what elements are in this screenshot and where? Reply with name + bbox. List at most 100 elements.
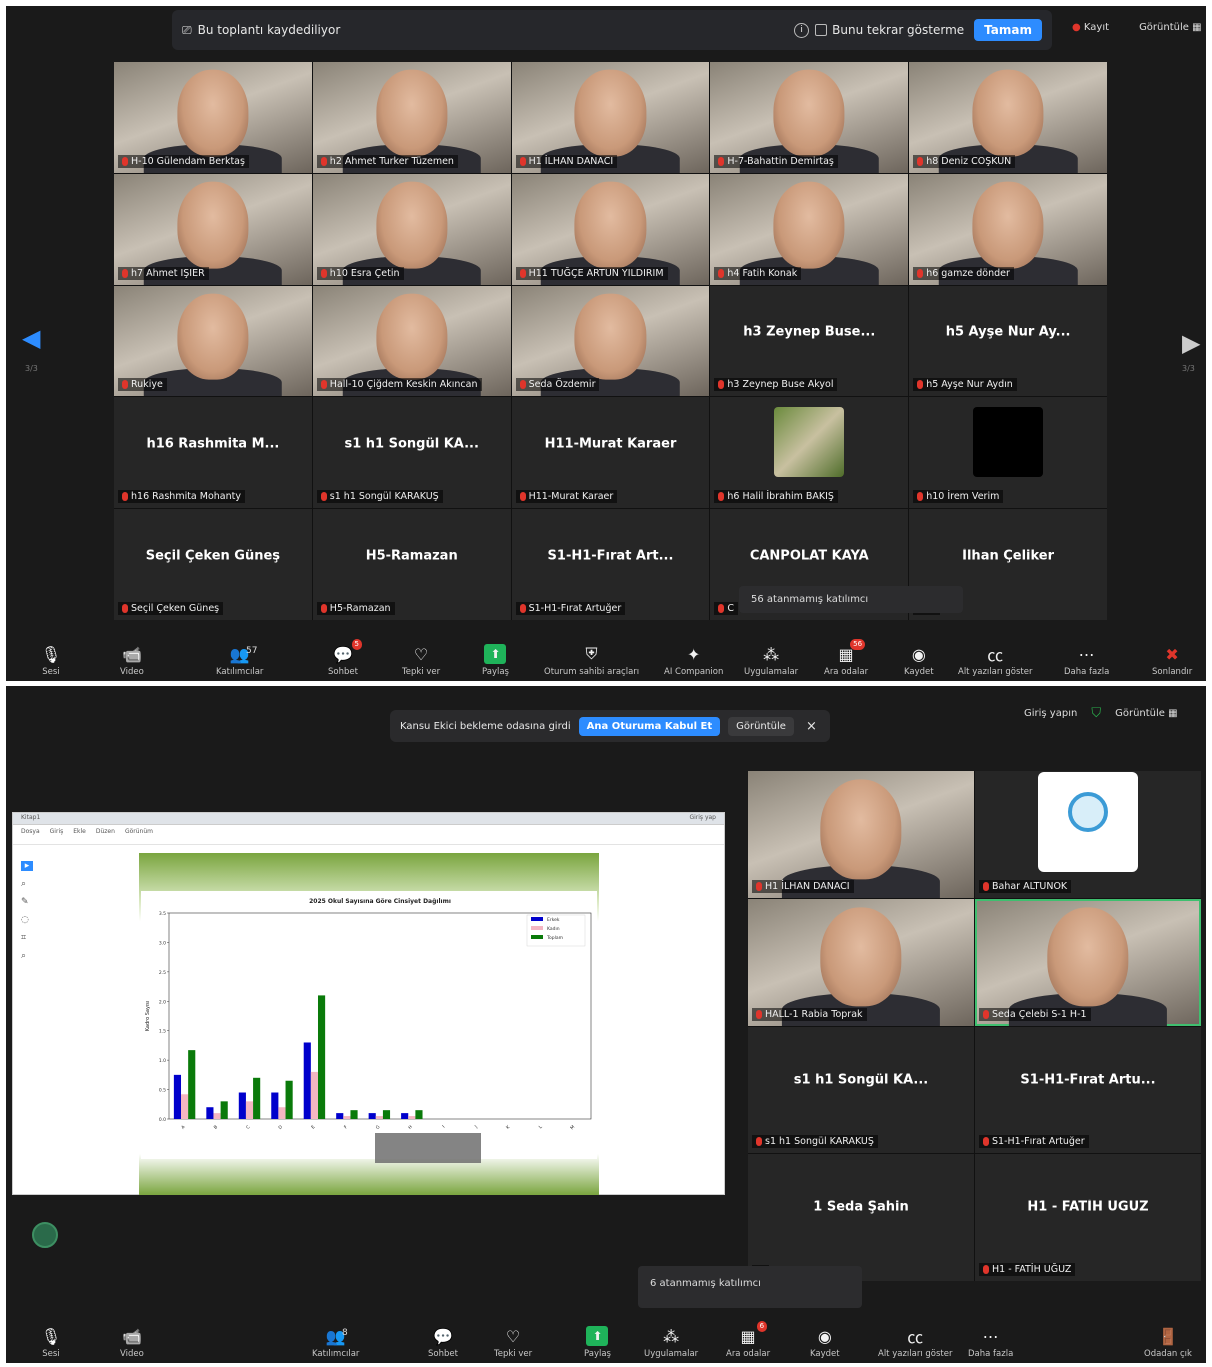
participant-tile-s1-h1-song-l-karaku[interactable]: s1 h1 Songül KA... s1 h1 Songül KARAKUŞ — [748, 1026, 974, 1154]
legend-swatch-kad-n — [531, 926, 543, 930]
bar-toplam-1 — [220, 1101, 228, 1119]
bar-erkek-5 — [336, 1113, 344, 1119]
close-icon[interactable]: × — [806, 719, 817, 734]
view-button[interactable]: Görüntüle ▦ — [1139, 22, 1201, 33]
participant-name-label: H-10 Gülendam Berktaş — [118, 154, 249, 168]
record-button[interactable]: ◉ Kaydet — [810, 1326, 840, 1360]
participant-tile-h10-esra-etin[interactable]: h10 Esra Çetin — [312, 173, 511, 285]
cc-button[interactable]: ㏄ Alt yazıları göster — [878, 1326, 952, 1359]
participant-tile-h11-murat-karaer[interactable]: H11-Murat Karaer H11-Murat Karaer — [511, 397, 710, 509]
participant-tile-h7-ahmet-i-ier[interactable]: h7 Ahmet IŞIER — [114, 173, 312, 285]
participant-tile-h2-ahmet-turker-t-zemen[interactable]: h2 Ahmet Turker Tüzemen — [312, 62, 511, 173]
participant-video — [972, 69, 1044, 157]
participant-tile-h1-i-lhan-danaci[interactable]: H1 İLHAN DANACI — [511, 62, 710, 173]
participant-tile-bahar-altunok[interactable]: Bahar ALTUNOK — [975, 771, 1201, 898]
record-button[interactable]: ◉ Kaydet — [904, 644, 934, 678]
participant-tile-h5-ay-e-nur-ayd-n[interactable]: h5 Ayşe Nur Ay... h5 Ayşe Nur Aydın — [909, 285, 1107, 397]
mic-muted-icon — [519, 268, 526, 278]
mic-muted-icon — [983, 1009, 989, 1019]
y-tick-label: 3.0 — [159, 940, 166, 946]
participants-button[interactable]: 👥 8 Katılımcılar — [312, 1326, 359, 1360]
participant-display-name: h5 Ayşe Nur Ay... — [945, 324, 1071, 340]
bar-erkek-2 — [238, 1092, 246, 1119]
chart-title: 2025 Okul Sayısına Göre Cinsiyet Dağılım… — [309, 898, 451, 905]
leave-room-icon: 🚪 — [1158, 1326, 1178, 1346]
participants-button[interactable]: 👥 57 Katılımcılar — [216, 644, 263, 678]
mic-muted-button[interactable]: 🎙 Sesi — [40, 1326, 62, 1360]
participant-video — [574, 293, 647, 380]
share-avatar-icon[interactable] — [32, 1222, 58, 1248]
breakout-button[interactable]: ▦ 56 Ara odalar — [824, 639, 868, 677]
react-button[interactable]: ♡ Tepki ver — [494, 1326, 532, 1360]
participant-tile-h11-tu-e-artun-yildirim[interactable]: H11 TUĞÇE ARTUN YILDIRIM — [511, 173, 710, 285]
participant-tile-1-seda-ahin[interactable]: 1 Seda Şahin — [748, 1154, 974, 1281]
participant-name-label: h7 Ahmet IŞIER — [118, 266, 209, 280]
signin-link[interactable]: Giriş yapın — [1024, 708, 1077, 719]
shield-button[interactable]: ⛨ Oturum sahibi araçları — [544, 644, 639, 677]
mic-muted-button[interactable]: 🎙 Sesi — [40, 644, 62, 678]
participant-tile-h16-rashmita-mohanty[interactable]: h16 Rashmita M... h16 Rashmita Mohanty — [114, 397, 312, 509]
apps-button[interactable]: ⁂ Uygulamalar — [744, 644, 798, 678]
participant-tile-seda-elebi-s-1-h-1[interactable]: Seda Çelebi S-1 H-1 — [975, 898, 1201, 1026]
toolbar-label: Odadan çık — [1144, 1349, 1192, 1359]
participant-tile-hall-1-rabia-toprak[interactable]: HALL-1 Rabia Toprak — [748, 898, 974, 1026]
y-tick-label: 0.5 — [159, 1088, 166, 1094]
participant-tile-s1-h1-song-l-karaku[interactable]: s1 h1 Songül KA... s1 h1 Songül KARAKUŞ — [312, 397, 511, 509]
mic-muted-icon — [122, 380, 128, 390]
video-off-button[interactable]: 📹 Video — [120, 644, 144, 678]
participant-tile-h5-ramazan[interactable]: H5-Ramazan H5-Ramazan — [312, 509, 511, 620]
participant-tile-rukiye[interactable]: Rukiye — [114, 285, 312, 397]
logo-emblem-icon — [1068, 791, 1108, 832]
cc-button[interactable]: ㏄ Alt yazıları göster — [958, 644, 1032, 677]
bar-toplam-2 — [253, 1077, 261, 1119]
prev-page-arrow[interactable]: ◀ — [22, 324, 40, 352]
rec-indicator[interactable]: ● Kayıt — [1072, 22, 1109, 33]
participant-tile-h6-halil-i-brahim-baki[interactable]: h6 Halil İbrahim BAKIŞ — [710, 397, 909, 509]
chat-button[interactable]: 💬 5 Sohbet — [328, 639, 362, 677]
participant-tile-h4-fatih-konak[interactable]: h4 Fatih Konak — [710, 173, 909, 285]
toolbar-label: Uygulamalar — [644, 1349, 699, 1359]
participant-display-name: H5-Ramazan — [365, 548, 458, 564]
participant-tile-h8-deniz-co-kun[interactable]: h8 Deniz COŞKUN — [909, 62, 1107, 173]
participant-tile-se-il-eken-g-ne[interactable]: Seçil Çeken Güneş Seçil Çeken Güneş — [114, 509, 312, 620]
participant-tile-h1-fati-h-u-uz[interactable]: H1 - FATİH UĞUZ H1 - FATİH UĞUZ — [975, 1154, 1201, 1281]
legend-label-erkek: Erkek — [547, 917, 560, 923]
participant-tile-h10-i-rem-verim[interactable]: h10 İrem Verim — [909, 397, 1107, 509]
ok-button[interactable]: Tamam — [974, 19, 1042, 41]
share-button[interactable]: ⬆ Paylaş — [584, 1326, 611, 1359]
notification-badge: 5 — [351, 639, 362, 650]
breakout-button[interactable]: ▦ 6 Ara odalar — [726, 1321, 770, 1359]
toolbar-label: Paylaş — [482, 667, 509, 677]
waiting-view-button[interactable]: Görüntüle — [728, 716, 794, 736]
participant-tile-h6-gamze-d-nder[interactable]: h6 gamze dönder — [909, 173, 1107, 285]
sparkle-button[interactable]: ✦ AI Companion — [664, 644, 723, 678]
participant-video — [820, 907, 902, 1007]
participant-tile-h-7-bahattin-demirta[interactable]: H-7-Bahattin Demirtaş — [710, 62, 909, 173]
participant-tile-hall-10-i-dem-keskin-ak-ncan[interactable]: Hall-10 Çiğdem Keskin Akıncan — [312, 285, 511, 397]
more-button[interactable]: ⋯ Daha fazla — [968, 1326, 1013, 1360]
video-off-button[interactable]: 📹 Video — [120, 1326, 144, 1360]
admit-button[interactable]: Ana Oturuma Kabul Et — [578, 716, 721, 736]
chat-button[interactable]: 💬 Sohbet — [428, 1326, 458, 1360]
more-button[interactable]: ⋯ Daha fazla — [1064, 644, 1109, 678]
participant-tile-h1-i-lhan-danaci[interactable]: H1 İLHAN DANACI — [748, 771, 974, 898]
participant-tile-h3-zeynep-buse-akyol[interactable]: h3 Zeynep Buse... h3 Zeynep Buse Akyol — [710, 285, 909, 397]
bar-kad-n-1 — [213, 1113, 221, 1119]
dont-show-checkbox[interactable] — [815, 24, 828, 36]
participant-tile-h-10-g-lendam-berkta[interactable]: H-10 Gülendam Berktaş — [114, 62, 312, 173]
react-button[interactable]: ♡ Tepki ver — [402, 644, 440, 678]
end-button[interactable]: ✖ Sonlandır — [1152, 644, 1192, 678]
participant-tile-s1-h1-f-rat-artu-er[interactable]: S1-H1-Fırat Art... S1-H1-Fırat Artuğer — [511, 509, 710, 620]
mic-muted-icon — [718, 604, 725, 613]
participant-tile-s1-h1-f-rat-artu-er[interactable]: S1-H1-Fırat Artu... S1-H1-Fırat Artuğer — [975, 1026, 1201, 1154]
leave-room-button[interactable]: 🚪 Odadan çık — [1144, 1326, 1192, 1360]
shared-screen-window[interactable]: Kitap1 Giriş yap Dosya Giriş Ekle Düzen … — [12, 812, 725, 1195]
next-page-arrow[interactable]: ▶ — [1182, 329, 1200, 357]
view-button[interactable]: Görüntüle ▦ — [1115, 708, 1177, 719]
top-meeting-window: ⎚ Bu toplantı kaydediliyor i Bunu tekrar… — [6, 6, 1206, 681]
share-button[interactable]: ⬆ Paylaş — [482, 644, 509, 677]
info-icon[interactable]: i — [794, 22, 810, 38]
apps-button[interactable]: ⁂ Uygulamalar — [644, 1326, 699, 1360]
prev-page-number: 3/3 — [25, 364, 38, 373]
participant-tile-seda-zdemir[interactable]: Seda Özdemir — [511, 285, 710, 397]
